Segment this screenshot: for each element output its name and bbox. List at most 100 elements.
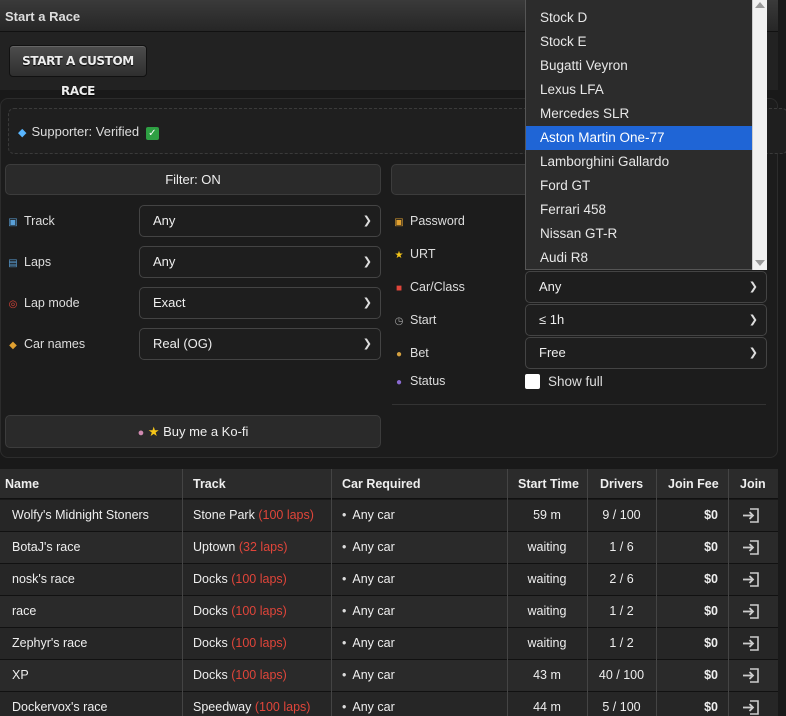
dropdown-option[interactable]: Mercedes SLR xyxy=(526,102,752,126)
dropdown-option[interactable]: Ferrari 458 xyxy=(526,198,752,222)
car-class-select[interactable]: Any ❯ xyxy=(525,271,767,303)
checkmark-icon: ✓ xyxy=(145,127,159,140)
table-row[interactable]: nosk's race Docks (100 laps) • Any car waiti… xyxy=(0,564,778,596)
race-name: race xyxy=(12,604,37,618)
drivers-count: 40 / 100 xyxy=(598,668,645,682)
start-time: waiting xyxy=(527,572,567,586)
dropdown-option[interactable]: Lexus LFA xyxy=(526,78,752,102)
race-laps: (100 laps) xyxy=(231,604,287,618)
race-track: Docks (100 laps) xyxy=(193,668,287,682)
money-bag-icon: ● xyxy=(395,349,403,360)
race-track: Uptown (32 laps) xyxy=(193,540,288,554)
bullet-icon: • xyxy=(342,636,347,650)
race-name: nosk's race xyxy=(12,572,75,586)
join-icon[interactable] xyxy=(742,636,760,651)
track-select[interactable]: Any ❯ xyxy=(139,205,381,237)
bullet-icon: • xyxy=(342,540,347,554)
dropdown-option[interactable]: Audi R8 xyxy=(526,246,752,270)
race-laps: (100 laps) xyxy=(231,668,287,682)
lap-mode-select[interactable]: Exact ❯ xyxy=(139,287,381,319)
race-laps: (100 laps) xyxy=(231,572,287,586)
show-full-checkbox[interactable] xyxy=(525,374,540,389)
join-fee: $0 xyxy=(704,700,718,714)
dropdown-option[interactable]: Ford GT xyxy=(526,174,752,198)
supporter-status: ◆ Supporter: Verified ✓ xyxy=(18,124,159,140)
car-required: • Any car xyxy=(342,636,395,650)
table-row[interactable]: Wolfy's Midnight Stoners Stone Park (100 … xyxy=(0,500,778,532)
race-name: BotaJ's race xyxy=(12,540,81,554)
dropdown-scrollbar[interactable] xyxy=(752,0,767,270)
col-track[interactable]: Track xyxy=(193,469,226,499)
bullet-icon: • xyxy=(342,604,347,618)
join-icon[interactable] xyxy=(742,508,760,523)
join-fee: $0 xyxy=(704,572,718,586)
start-time: 59 m xyxy=(533,508,561,522)
join-icon[interactable] xyxy=(742,572,760,587)
race-track: Docks (100 laps) xyxy=(193,572,287,586)
secondary-toggle-button[interactable] xyxy=(391,164,531,195)
car-class-label: ■ Car/Class xyxy=(393,280,465,294)
join-icon[interactable] xyxy=(742,700,760,715)
dropdown-option[interactable]: Stock D xyxy=(526,6,752,30)
drivers-count: 2 / 6 xyxy=(609,572,634,586)
table-row[interactable]: Zephyr's race Docks (100 laps) • Any car wai… xyxy=(0,628,778,660)
col-start-time[interactable]: Start Time xyxy=(518,469,579,499)
join-icon[interactable] xyxy=(742,604,760,619)
bullet-icon: • xyxy=(342,668,347,682)
kofi-button[interactable]: ● ★ Buy me a Ko-fi xyxy=(5,415,381,448)
filter-toggle-button[interactable]: Filter: ON xyxy=(5,164,381,195)
join-icon[interactable] xyxy=(742,668,760,683)
start-label: ◷ Start xyxy=(394,313,437,327)
race-laps: (32 laps) xyxy=(238,540,288,554)
bet-label: ● Bet xyxy=(393,346,429,360)
race-laps: (100 laps) xyxy=(254,700,311,714)
dropdown-option[interactable]: Bugatti Veyron xyxy=(526,54,752,78)
car-required: • Any car xyxy=(342,604,395,618)
dropdown-option[interactable]: Nissan GT-R xyxy=(526,222,752,246)
table-row[interactable]: race Docks (100 laps) • Any car waiting 1 / 2… xyxy=(0,596,778,628)
col-join-fee[interactable]: Join Fee xyxy=(668,469,719,499)
chevron-down-icon: ❯ xyxy=(362,256,372,268)
divider xyxy=(392,404,766,405)
start-time: waiting xyxy=(527,636,567,650)
race-track: Stone Park (100 laps) xyxy=(193,508,314,522)
car-required: • Any car xyxy=(342,668,395,682)
car-names-select[interactable]: Real (OG) ❯ xyxy=(139,328,381,360)
start-custom-race-button[interactable]: START A CUSTOM RACE xyxy=(9,45,147,98)
status-label: ● Status xyxy=(393,374,445,388)
scroll-down-icon[interactable] xyxy=(755,260,765,266)
target-icon: ◎ xyxy=(8,299,18,310)
bullet-icon: • xyxy=(342,700,347,714)
race-laps: (100 laps) xyxy=(231,636,287,650)
laps-label: ▤ Laps xyxy=(8,255,52,269)
lap-mode-label: ◎ Lap mode xyxy=(8,296,80,310)
bet-select[interactable]: Free ❯ xyxy=(525,337,767,369)
laps-select[interactable]: Any ❯ xyxy=(139,246,381,278)
race-name: Zephyr's race xyxy=(12,636,88,650)
laps-icon: ▤ xyxy=(8,258,18,269)
car-class-dropdown-list[interactable]: Stock D Stock E Bugatti Veyron Lexus LFA Mer… xyxy=(525,0,767,270)
col-join[interactable]: Join xyxy=(740,469,766,499)
car-required: • Any car xyxy=(342,508,395,522)
dropdown-option[interactable]: Aston Martin One-77 xyxy=(526,126,752,150)
join-fee: $0 xyxy=(704,540,718,554)
start-select[interactable]: ≤ 1h ❯ xyxy=(525,304,767,336)
race-track: Speedway (100 laps) xyxy=(193,700,311,714)
table-row[interactable]: Dockervox's race Speedway (100 laps) • Any … xyxy=(0,692,778,716)
join-icon[interactable] xyxy=(742,540,760,555)
col-drivers[interactable]: Drivers xyxy=(600,469,643,499)
table-row[interactable]: XP Docks (100 laps) • Any car 43 m 40 / 100 $0 xyxy=(0,660,778,692)
show-full-label: Show full xyxy=(548,374,603,389)
dropdown-option[interactable]: Stock E xyxy=(526,30,752,54)
col-car-required[interactable]: Car Required xyxy=(342,469,421,499)
scroll-up-icon[interactable] xyxy=(755,2,765,8)
dropdown-option[interactable]: Lamborghini Gallardo xyxy=(526,150,752,174)
bullet-icon: • xyxy=(342,508,347,522)
chevron-down-icon: ❯ xyxy=(748,347,758,359)
drivers-count: 1 / 6 xyxy=(609,540,634,554)
table-row[interactable]: BotaJ's race Uptown (32 laps) • Any car wait… xyxy=(0,532,778,564)
col-name[interactable]: Name xyxy=(5,469,39,499)
cup-icon: ● xyxy=(137,427,145,439)
urt-label: ★ URT xyxy=(394,247,436,261)
join-fee: $0 xyxy=(704,636,718,650)
